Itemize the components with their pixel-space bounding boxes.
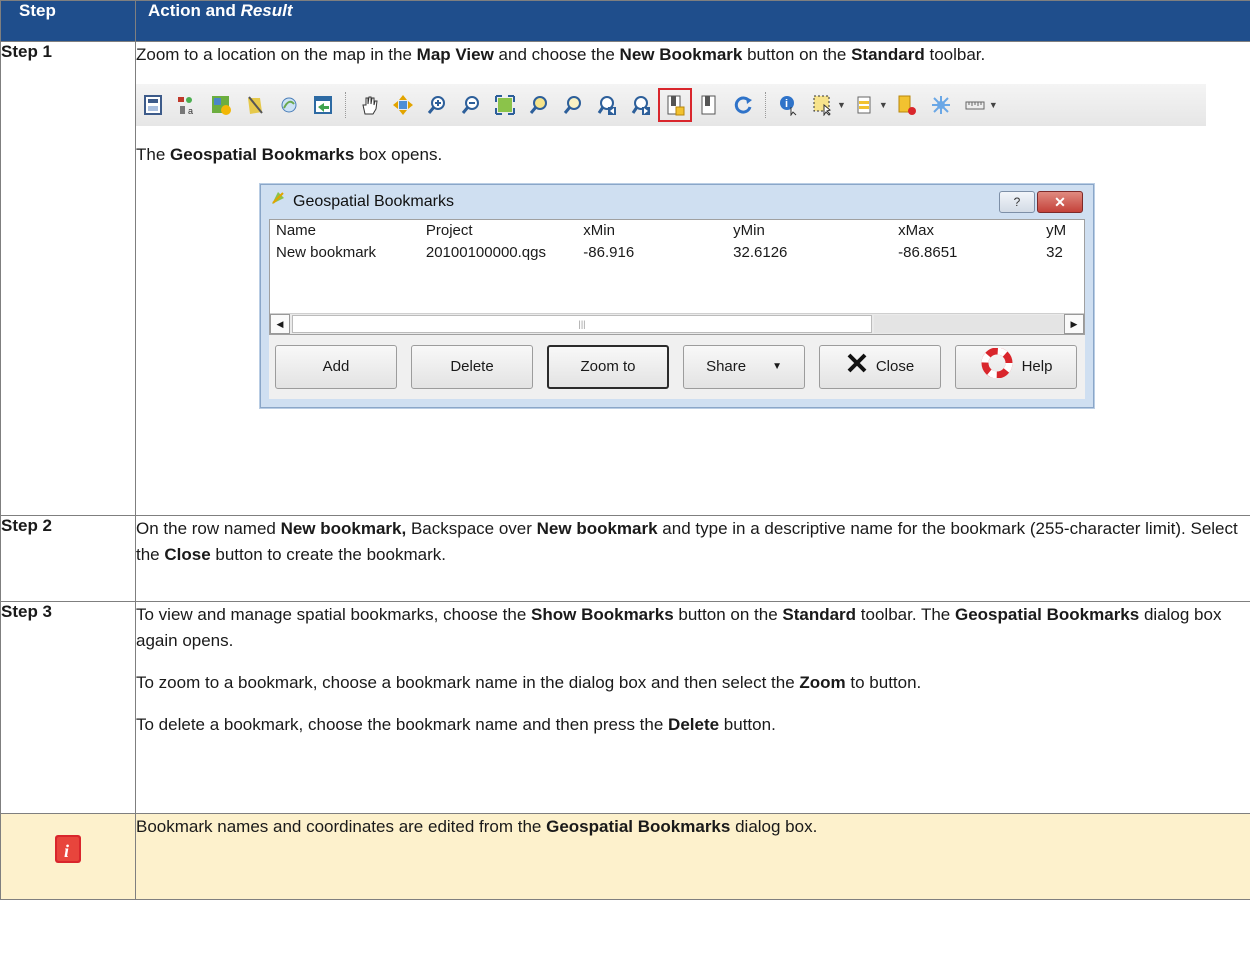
chevron-down-icon: ▼ bbox=[772, 361, 782, 372]
step-label-3: Step 3 bbox=[0, 601, 136, 814]
zoom-to-selection-icon[interactable] bbox=[526, 92, 552, 118]
composer-manager-icon[interactable] bbox=[242, 92, 268, 118]
show-bookmarks-icon[interactable] bbox=[696, 92, 722, 118]
style-manager-icon[interactable] bbox=[276, 92, 302, 118]
qgis-logo-icon bbox=[269, 189, 287, 215]
step2-instruction: On the row named New bookmark, Backspace… bbox=[136, 519, 1238, 564]
measure-icon[interactable] bbox=[962, 92, 988, 118]
zoom-next-icon[interactable] bbox=[628, 92, 654, 118]
step3-instruction-3: To delete a bookmark, choose the bookmar… bbox=[136, 715, 776, 734]
window-close-button[interactable]: ✕ bbox=[1037, 191, 1083, 213]
step-body-1: Zoom to a location on the map in the Map… bbox=[135, 41, 1250, 516]
project-properties-icon[interactable]: a bbox=[174, 92, 200, 118]
tip-text: Bookmark names and coordinates are edite… bbox=[136, 817, 818, 836]
help-button[interactable]: Help bbox=[955, 345, 1078, 389]
column-header-ymax[interactable]: yM bbox=[1040, 220, 1084, 242]
refresh-icon[interactable] bbox=[730, 92, 756, 118]
identify-icon[interactable]: i bbox=[776, 92, 802, 118]
header-action: Action and Result bbox=[135, 0, 1250, 42]
step-row-1: Step 1 Zoom to a location on the map in … bbox=[0, 41, 1250, 516]
toolbar-separator bbox=[765, 92, 767, 118]
lifebuoy-icon bbox=[980, 347, 1014, 387]
step-label-2: Step 2 bbox=[0, 515, 136, 602]
zoom-to-layer-icon[interactable] bbox=[560, 92, 586, 118]
tip-body: Bookmark names and coordinates are edite… bbox=[135, 813, 1250, 900]
zoom-full-icon[interactable] bbox=[492, 92, 518, 118]
step-row-3: Step 3 To view and manage spatial bookma… bbox=[0, 601, 1250, 814]
select-features-icon[interactable] bbox=[810, 92, 836, 118]
standard-toolbar: a i ▼ ▼ ▼ bbox=[136, 84, 1206, 126]
new-print-composer-icon[interactable] bbox=[208, 92, 234, 118]
dialog-button-bar: Add Delete Zoom to Share ▼ Close Help bbox=[269, 335, 1085, 399]
table-header-row: Step Action and Result bbox=[0, 0, 1250, 42]
cell-ymax[interactable]: 32 bbox=[1040, 242, 1084, 264]
header-step: Step bbox=[0, 0, 136, 42]
geospatial-bookmarks-dialog: Geospatial Bookmarks ? ✕ Name Project xM… bbox=[260, 184, 1094, 408]
open-data-source-icon[interactable] bbox=[310, 92, 336, 118]
measure-dropdown-arrow[interactable]: ▼ bbox=[989, 92, 998, 118]
new-bookmark-icon[interactable] bbox=[658, 88, 692, 122]
bookmarks-table[interactable]: Name Project xMin yMin xMax yM New bookm… bbox=[269, 219, 1085, 335]
delete-button[interactable]: Delete bbox=[411, 345, 533, 389]
cell-xmax[interactable]: -86.8651 bbox=[892, 242, 1040, 264]
toolbar-separator bbox=[345, 92, 347, 118]
steps-table: Step Action and Result Step 1 Zoom to a … bbox=[0, 0, 1250, 900]
zoom-last-icon[interactable] bbox=[594, 92, 620, 118]
deselect-icon[interactable] bbox=[894, 92, 920, 118]
column-header-project[interactable]: Project bbox=[420, 220, 577, 242]
step-label-1: Step 1 bbox=[0, 41, 136, 516]
table-row[interactable]: New bookmark 20100100000.qgs -86.916 32.… bbox=[270, 242, 1084, 264]
table-header-row: Name Project xMin yMin xMax yM bbox=[270, 220, 1084, 242]
step1-result: The Geospatial Bookmarks box opens. bbox=[136, 145, 443, 164]
cell-xmin[interactable]: -86.916 bbox=[577, 242, 727, 264]
share-label: Share bbox=[706, 358, 747, 375]
dialog-titlebar: Geospatial Bookmarks ? ✕ bbox=[261, 185, 1093, 219]
column-header-xmin[interactable]: xMin bbox=[577, 220, 727, 242]
horizontal-scrollbar[interactable]: ◀ ||| ▶ bbox=[270, 313, 1084, 334]
info-icon: i bbox=[55, 835, 81, 863]
pan-icon[interactable] bbox=[356, 92, 382, 118]
attribute-dropdown-arrow[interactable]: ▼ bbox=[879, 92, 888, 118]
scroll-right-arrow-icon[interactable]: ▶ bbox=[1064, 314, 1084, 334]
svg-text:i: i bbox=[64, 841, 69, 861]
zoom-to-button[interactable]: Zoom to bbox=[547, 345, 670, 389]
help-label: Help bbox=[1021, 358, 1053, 375]
step3-instruction-1: To view and manage spatial bookmarks, ch… bbox=[136, 605, 1222, 650]
svg-text:a: a bbox=[188, 106, 193, 116]
close-label: Close bbox=[875, 358, 915, 375]
svg-text:i: i bbox=[785, 98, 788, 110]
step-body-3: To view and manage spatial bookmarks, ch… bbox=[135, 601, 1250, 814]
add-button[interactable]: Add bbox=[275, 345, 397, 389]
tip-row: i Bookmark names and coordinates are edi… bbox=[0, 813, 1250, 900]
step-row-2: Step 2 On the row named New bookmark, Ba… bbox=[0, 515, 1250, 602]
cell-ymin[interactable]: 32.6126 bbox=[727, 242, 892, 264]
cell-name[interactable]: New bookmark bbox=[270, 242, 420, 264]
dialog-content: Name Project xMin yMin xMax yM New bookm… bbox=[269, 219, 1085, 399]
window-help-button[interactable]: ? bbox=[999, 191, 1035, 213]
save-project-icon[interactable] bbox=[140, 92, 166, 118]
column-header-xmax[interactable]: xMax bbox=[892, 220, 1040, 242]
open-attribute-table-icon[interactable] bbox=[852, 92, 878, 118]
scroll-thumb[interactable]: ||| bbox=[292, 315, 872, 333]
column-header-name[interactable]: Name bbox=[270, 220, 420, 242]
zoom-in-icon[interactable] bbox=[424, 92, 450, 118]
scroll-left-arrow-icon[interactable]: ◀ bbox=[270, 314, 290, 334]
window-controls: ? ✕ bbox=[999, 191, 1083, 213]
share-button[interactable]: Share ▼ bbox=[683, 345, 806, 389]
pan-to-selection-icon[interactable] bbox=[390, 92, 416, 118]
select-dropdown-arrow[interactable]: ▼ bbox=[837, 92, 846, 118]
tip-icon-cell: i bbox=[0, 813, 136, 900]
step1-instruction: Zoom to a location on the map in the Map… bbox=[136, 45, 986, 64]
close-button[interactable]: Close bbox=[819, 345, 942, 389]
step-body-2: On the row named New bookmark, Backspace… bbox=[135, 515, 1250, 602]
scroll-track[interactable] bbox=[874, 315, 1064, 333]
cell-project[interactable]: 20100100000.qgs bbox=[420, 242, 577, 264]
action-icon[interactable] bbox=[928, 92, 954, 118]
dialog-title: Geospatial Bookmarks bbox=[293, 193, 454, 210]
step3-instruction-2: To zoom to a bookmark, choose a bookmark… bbox=[136, 673, 922, 692]
column-header-ymin[interactable]: yMin bbox=[727, 220, 892, 242]
x-close-icon bbox=[846, 352, 868, 383]
zoom-out-icon[interactable] bbox=[458, 92, 484, 118]
